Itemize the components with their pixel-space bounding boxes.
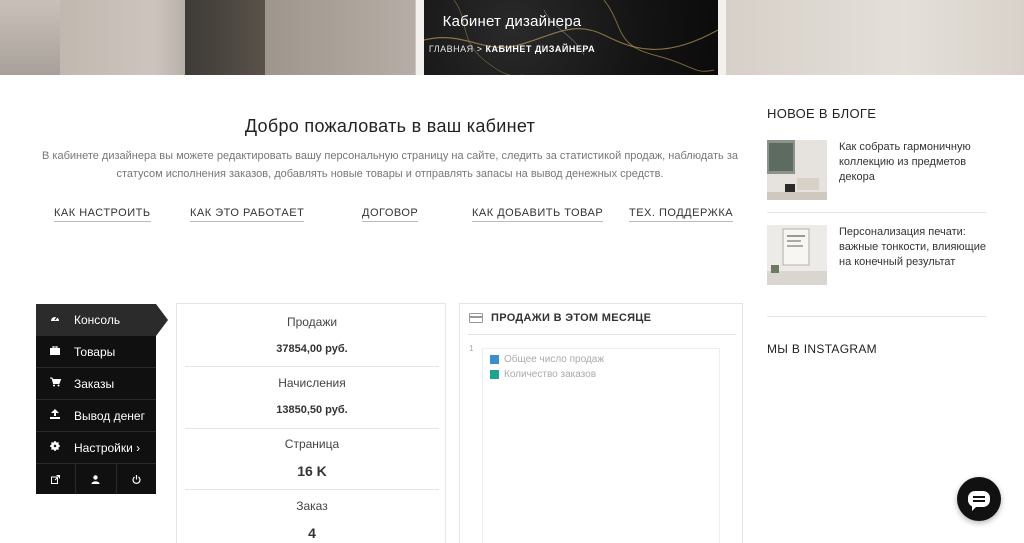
legend-item-total-sales[interactable]: Общее число продаж xyxy=(490,354,604,365)
stat-sales: Продажи 37854,00 руб. xyxy=(185,315,439,355)
menu-item-label: Консоль xyxy=(74,312,121,327)
menu-item-label: Настройки › xyxy=(74,440,141,455)
link-contract[interactable]: ДОГОВОР xyxy=(362,207,419,222)
divider xyxy=(767,212,987,213)
marble-veins xyxy=(424,0,718,75)
upload-icon xyxy=(36,409,74,422)
user-icon[interactable] xyxy=(76,464,117,494)
stat-value: 13850,50 руб. xyxy=(276,404,348,416)
menu-item-label: Товары xyxy=(74,344,116,359)
stat-page: Страница 16 K xyxy=(185,437,439,479)
stat-value: 4 xyxy=(308,525,316,541)
breadcrumb-current: КАБИНЕТ ДИЗАЙНЕРА xyxy=(485,44,596,54)
gear-icon xyxy=(36,441,74,454)
quick-links: КАК НАСТРОИТЬ КАК ЭТО РАБОТАЕТ ДОГОВОР К… xyxy=(36,207,744,227)
legend-swatch xyxy=(490,355,499,364)
divider xyxy=(185,366,439,367)
link-how-to-add-product[interactable]: КАК ДОБАВИТЬ ТОВАР xyxy=(472,207,604,222)
hero-background xyxy=(185,0,265,75)
chat-icon xyxy=(968,491,990,511)
dashboard-icon xyxy=(36,313,74,326)
hero-background xyxy=(0,0,60,75)
stat-value: 37854,00 руб. xyxy=(276,343,348,355)
stat-value: 16 K xyxy=(297,463,327,479)
stats-panel: Продажи 37854,00 руб. Начисления 13850,5… xyxy=(176,303,446,543)
menu-item-withdraw[interactable]: Вывод денег xyxy=(36,400,156,432)
menu-item-console[interactable]: Консоль xyxy=(36,304,168,336)
external-link-icon[interactable] xyxy=(36,464,77,494)
breadcrumb-home-link[interactable]: ГЛАВНАЯ xyxy=(429,44,474,54)
sales-chart-panel: ПРОДАЖИ В ЭТОМ МЕСЯЦЕ 1 Общее число прод… xyxy=(459,303,743,543)
blog-post[interactable]: Как собрать гармоничную коллекцию из пре… xyxy=(767,140,987,202)
side-menu: Консоль Товары Заказы Вывод денег Настро… xyxy=(36,304,168,494)
legend-swatch xyxy=(490,370,499,379)
menu-bottom-bar xyxy=(36,464,156,494)
divider xyxy=(468,334,736,335)
chat-button[interactable] xyxy=(957,477,1001,521)
blog-post-thumbnail[interactable] xyxy=(767,140,827,200)
welcome-text: В кабинете дизайнера вы можете редактиро… xyxy=(42,150,738,180)
menu-item-products[interactable]: Товары xyxy=(36,336,156,368)
stat-label: Продажи xyxy=(286,315,338,329)
legend-label: Количество заказов xyxy=(504,369,597,380)
link-how-to-setup[interactable]: КАК НАСТРОИТЬ xyxy=(54,207,151,222)
blog-post-thumbnail[interactable] xyxy=(767,225,827,285)
blog-post-title[interactable]: Персонализация печати: важные тонкости, … xyxy=(839,225,989,270)
cart-icon xyxy=(36,377,74,390)
chart-title: ПРОДАЖИ В ЭТОМ МЕСЯЦЕ xyxy=(491,312,652,324)
divider xyxy=(767,316,987,317)
power-icon[interactable] xyxy=(117,464,156,494)
stat-label: Начисления xyxy=(278,376,346,390)
instagram-title: МЫ В INSTAGRAM xyxy=(767,342,877,356)
menu-item-label: Вывод денег xyxy=(74,408,145,423)
breadcrumb-separator: > xyxy=(476,44,483,54)
stat-label: Страница xyxy=(284,437,340,451)
briefcase-icon xyxy=(36,345,74,358)
menu-item-orders[interactable]: Заказы xyxy=(36,368,156,400)
stat-order: Заказ 4 xyxy=(185,499,439,541)
menu-item-settings[interactable]: Настройки › xyxy=(36,432,156,464)
link-tech-support[interactable]: ТЕХ. ПОДДЕРЖКА xyxy=(629,207,734,222)
breadcrumb: ГЛАВНАЯ > КАБИНЕТ ДИЗАЙНЕРА xyxy=(0,44,1024,54)
blog-title: НОВОЕ В БЛОГЕ xyxy=(767,106,877,121)
chart-legend: Общее число продаж Количество заказов xyxy=(490,354,604,384)
hero-background xyxy=(265,0,415,75)
chart-header: ПРОДАЖИ В ЭТОМ МЕСЯЦЕ xyxy=(469,312,651,324)
link-how-it-works[interactable]: КАК ЭТО РАБОТАЕТ xyxy=(190,207,305,222)
chart-y-tick: 1 xyxy=(469,344,474,353)
stat-accruals: Начисления 13850,50 руб. xyxy=(185,376,439,416)
blog-post-title[interactable]: Как собрать гармоничную коллекцию из пре… xyxy=(839,140,989,185)
credit-card-icon xyxy=(469,313,483,323)
menu-item-label: Заказы xyxy=(74,376,115,391)
page-title: Кабинет дизайнера xyxy=(442,13,582,30)
divider xyxy=(185,489,439,490)
hero-background xyxy=(726,0,1024,75)
legend-item-order-count[interactable]: Количество заказов xyxy=(490,369,604,380)
welcome-title: Добро пожаловать в ваш кабинет xyxy=(244,116,536,136)
divider xyxy=(185,428,439,429)
stat-label: Заказ xyxy=(296,499,328,513)
hero-banner: Кабинет дизайнера ГЛАВНАЯ > КАБИНЕТ ДИЗАЙН… xyxy=(0,0,1024,75)
blog-post[interactable]: Персонализация печати: важные тонкости, … xyxy=(767,225,987,287)
legend-label: Общее число продаж xyxy=(504,354,605,365)
